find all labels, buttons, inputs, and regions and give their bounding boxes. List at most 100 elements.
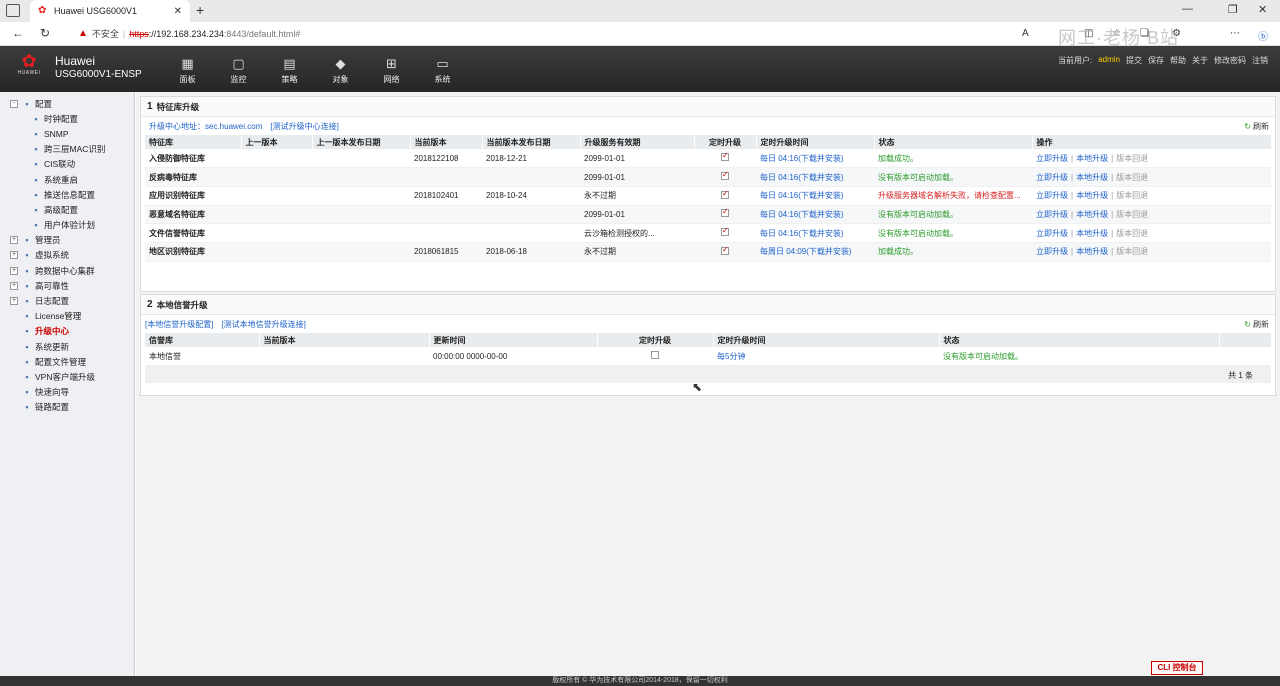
upgrade-now-link[interactable]: 立即升级 [1036,154,1068,163]
nav-dashboard[interactable]: ▦ 面板 [162,56,213,85]
back-icon[interactable]: ← [12,26,24,40]
sidebar-item[interactable]: ▪ VPN客户端升级 [0,369,134,384]
expand-icon[interactable]: + [10,266,18,275]
nav-monitor[interactable]: ▢ 监控 [213,56,264,85]
sidebar-item[interactable]: ▪ SNMP [0,126,134,141]
refresh-button[interactable]: ↻ 刷新 [1244,121,1269,132]
column-header[interactable]: 定时升级 [694,135,757,149]
scheduled-upgrade-checkbox[interactable] [721,245,729,255]
sidebar-item[interactable]: ▪ 升级中心 [0,324,134,339]
url-field[interactable]: ▲ 不安全 | https://192.168.234.234:8443/def… [78,27,300,40]
upgrade-now-link[interactable]: 立即升级 [1036,210,1068,219]
local-upgrade-link[interactable]: 本地升级 [1076,154,1108,163]
upgrade-now-link[interactable]: 立即升级 [1036,247,1068,256]
column-header[interactable]: 升级服务有效期 [580,135,695,149]
test-local-reputation-link[interactable]: [测试本地信誉升级连接] [221,319,305,330]
column-header[interactable]: 当前版本 [259,333,430,347]
scheduled-upgrade-checkbox[interactable] [721,170,729,181]
save-button[interactable]: 保存 [1148,55,1164,66]
sidebar-item[interactable]: ▪ CIS联动 [0,157,134,172]
nav-network[interactable]: ⊞ 网络 [366,56,417,85]
column-header[interactable]: 操作 [1032,135,1272,149]
column-header[interactable]: 更新时间 [429,333,598,347]
sidebar-item[interactable]: + ▪ 管理员 [0,233,134,248]
scheduled-upgrade-checkbox[interactable] [721,151,729,162]
sidebar-item[interactable]: + ▪ 虚拟系统 [0,248,134,263]
column-header[interactable]: 定时升级时间 [713,333,940,347]
upgrade-now-link[interactable]: 立即升级 [1036,173,1068,182]
scheduled-time-link[interactable]: 每日 04:16(下载并安装) [756,223,874,243]
sidebar-item[interactable]: ▪ 时钟配置 [0,111,134,126]
sidebar-item[interactable]: ▪ 系统重启 [0,172,134,187]
expand-icon[interactable]: + [10,236,18,245]
nav-policy[interactable]: ▤ 策略 [264,56,315,85]
sidebar-item[interactable]: ▪ 推送信息配置 [0,187,134,202]
sidebar-item[interactable]: - ▪ 配置 [0,96,134,111]
scheduled-time-link[interactable]: 每周日 04:09(下载并安装) [756,242,874,262]
expand-icon[interactable]: + [10,281,18,290]
upgrade-now-link[interactable]: 立即升级 [1036,229,1068,238]
collapse-icon[interactable]: - [10,99,18,108]
column-header[interactable]: 状态 [939,333,1220,347]
column-header[interactable]: 当前版本 [410,135,483,149]
minimize-icon[interactable]: — [1182,3,1193,15]
scheduled-upgrade-checkbox[interactable] [721,207,729,218]
local-upgrade-link[interactable]: 本地升级 [1076,191,1108,200]
close-window-icon[interactable]: ✕ [1258,3,1267,16]
sidebar-item[interactable]: ▪ 系统更新 [0,339,134,354]
more-icon[interactable]: ⋯ [1230,28,1240,39]
sidebar-item[interactable]: + ▪ 日志配置 [0,293,134,308]
sidebar-item[interactable]: ▪ 高级配置 [0,202,134,217]
column-header[interactable]: 当前版本发布日期 [482,135,581,149]
logout-button[interactable]: 注销 [1252,55,1268,66]
column-header[interactable]: 定时升级时间 [756,135,875,149]
sidebar-item[interactable]: ▪ 快速向导 [0,385,134,400]
column-header[interactable]: 信誉库 [145,333,260,347]
column-header[interactable]: 上一版本发布日期 [312,135,411,149]
cli-console-button[interactable]: CLI 控制台 [1151,661,1203,675]
submit-button[interactable]: 提交 [1126,55,1142,66]
sidebar-item[interactable]: + ▪ 跨数据中心集群 [0,263,134,278]
sidebar-item[interactable]: ▪ 链路配置 [0,400,134,415]
sidebar-item[interactable]: ▪ 用户体验计划 [0,218,134,233]
upgrade-center-address[interactable]: sec.huawei.com [205,122,262,131]
refresh-button[interactable]: ↻ 刷新 [1244,319,1269,330]
read-aloud-icon[interactable]: A [1022,28,1029,39]
expand-icon[interactable]: + [10,251,18,260]
change-password-button[interactable]: 修改密码 [1214,55,1246,66]
upgrade-now-link[interactable]: 立即升级 [1036,191,1068,200]
sidebar-item[interactable]: + ▪ 高可靠性 [0,278,134,293]
bing-icon[interactable]: ⓑ [1258,28,1268,43]
local-upgrade-link[interactable]: 本地升级 [1076,173,1108,182]
maximize-icon[interactable]: ❐ [1228,3,1238,16]
local-upgrade-link[interactable]: 本地升级 [1076,247,1108,256]
column-header[interactable]: 上一版本 [241,135,313,149]
browser-tab[interactable]: ✿ Huawei USG6000V1 ✕ [30,0,190,22]
scheduled-upgrade-checkbox[interactable] [721,226,729,237]
help-button[interactable]: 帮助 [1170,55,1186,66]
sidebar-item[interactable]: ▪ License管理 [0,309,134,324]
scheduled-time-link[interactable]: 每日 04:16(下载并安装) [756,167,874,187]
scheduled-upgrade-checkbox[interactable] [651,351,659,360]
local-reputation-config-link[interactable]: [本地信誉升级配置] [145,319,213,330]
local-upgrade-link[interactable]: 本地升级 [1076,229,1108,238]
about-button[interactable]: 关于 [1192,55,1208,66]
new-tab-button[interactable]: + [196,2,204,18]
test-connection-link[interactable]: [测试升级中心连接] [270,121,338,132]
column-header[interactable]: 特征库 [145,135,242,149]
close-tab-icon[interactable]: ✕ [174,6,182,17]
scheduled-time-link[interactable]: 每日 04:16(下载并安装) [756,149,874,169]
expand-icon[interactable]: + [10,297,18,306]
nav-object[interactable]: ◆ 对象 [315,56,366,85]
column-header[interactable]: 状态 [874,135,1033,149]
sidebar-item[interactable]: ▪ 配置文件管理 [0,354,134,369]
scheduled-upgrade-checkbox[interactable] [721,189,729,199]
nav-system[interactable]: ▭ 系统 [417,56,468,85]
tab-actions-icon[interactable] [6,4,20,17]
local-upgrade-link[interactable]: 本地升级 [1076,210,1108,219]
column-header[interactable]: 定时升级 [597,333,714,347]
sidebar-item[interactable]: ▪ 跨三层MAC识别 [0,142,134,157]
reload-icon[interactable]: ↻ [40,26,50,40]
scheduled-time-link[interactable]: 每日 04:16(下载并安装) [756,205,874,225]
scheduled-time-link[interactable]: 每5分钟 [713,347,939,367]
